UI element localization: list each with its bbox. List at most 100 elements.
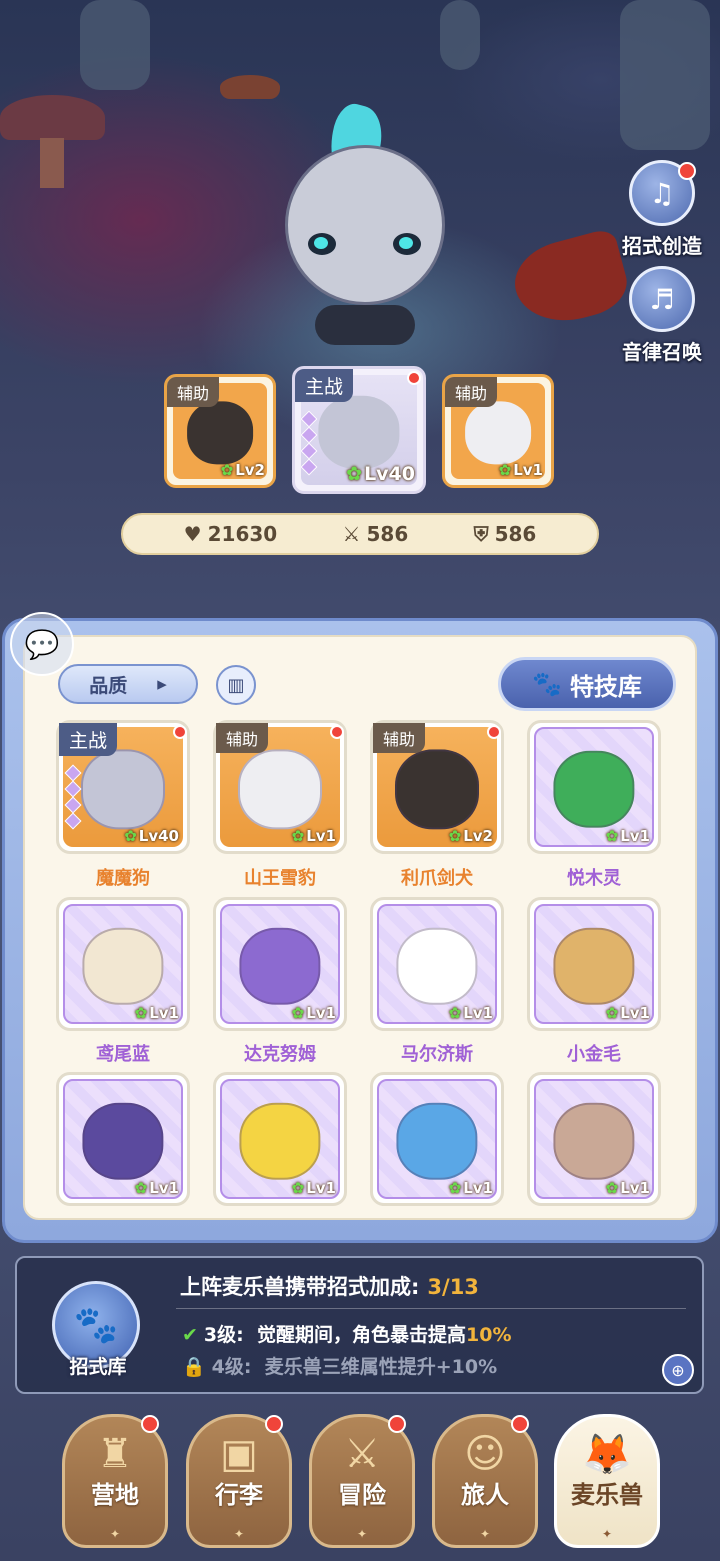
sprout-icon: ✿ (220, 461, 234, 479)
role-tag: 辅助 (216, 723, 269, 753)
level-badge: ✿ Lv40 (124, 827, 179, 845)
chat-button[interactable]: 💬 (10, 612, 74, 676)
role-tag: 辅助 (445, 377, 498, 407)
notification-dot (388, 1415, 406, 1433)
pet-portrait-art (239, 928, 321, 1005)
sparkle-icon: ✦ (601, 1527, 613, 1541)
nav-tab[interactable]: ♜ 营地 ✦ (62, 1414, 168, 1548)
sprout-icon: ✿ (605, 1179, 619, 1197)
attack-value: 586 (366, 522, 409, 546)
pet-name: 小金毛 (567, 1044, 621, 1065)
level-text: Lv2 (463, 827, 493, 845)
role-tag: 主战 (59, 723, 118, 756)
pet-portrait-art (238, 749, 322, 829)
bonus-level-3: ✔ 3级: 觉醒期间，角色暴击提高10% (182, 1320, 511, 1347)
role-tag: 辅助 (167, 377, 220, 407)
attack-stat: ⚔ 586 (343, 522, 409, 546)
sprout-icon: ✿ (605, 827, 619, 845)
bonus-value: 10% (466, 1324, 512, 1346)
nav-tab[interactable]: 🦊 麦乐兽 ✦ (554, 1414, 660, 1548)
pet-portrait-art (553, 928, 635, 1005)
notification-dot (678, 162, 696, 180)
skill-create-label: 招式创造 (622, 234, 702, 258)
sparkle-icon: ✦ (109, 1527, 121, 1541)
backpack-icon: ▣ (220, 1431, 258, 1477)
sprout-icon: ✿ (448, 1179, 462, 1197)
notification-dot (265, 1415, 283, 1433)
nav-tab[interactable]: ⚔ 冒险 ✦ (309, 1414, 415, 1548)
defense-value: 586 (494, 522, 537, 546)
team-slot-support-1[interactable]: 辅助 ✿ Lv2 (164, 374, 276, 488)
bonus-text: 麦乐兽三维属性提升+10% (264, 1356, 498, 1378)
pet-card[interactable]: 辅助 ✿ Lv1 (213, 720, 347, 854)
pet-card[interactable]: ✿ Lv1 (213, 1072, 347, 1206)
level-text: Lv1 (149, 1004, 179, 1022)
sprout-icon: ✿ (291, 827, 305, 845)
skill-library-button[interactable]: 🐾 特技库 (498, 657, 676, 711)
level-text: Lv1 (149, 1179, 179, 1197)
quality-filter-label: 品质 (89, 674, 128, 697)
sprout-icon: ✿ (291, 1179, 305, 1197)
pet-fox-icon: 🦊 (582, 1432, 632, 1478)
pet-card[interactable]: ✿ Lv1 (370, 1072, 504, 1206)
melody-summon-label: 音律召唤 (622, 340, 702, 364)
pet-portrait-art (82, 928, 164, 1005)
melody-summon-button[interactable]: ♬ 音律召唤 (612, 266, 712, 365)
pet-card[interactable]: ✿ Lv1 (527, 897, 661, 1031)
sprout-icon: ✿ (346, 463, 363, 485)
skill-library-label: 特技库 (569, 672, 642, 701)
sprout-icon: ✿ (498, 461, 512, 479)
hp-stat: ♥ 21630 (184, 522, 278, 546)
nav-tab-label: 麦乐兽 (571, 1481, 643, 1509)
pet-card[interactable]: ✿ Lv1 (213, 897, 347, 1031)
notification-dot (487, 725, 501, 739)
level-text: Lv40 (364, 463, 415, 485)
skill-create-button[interactable]: ♫ 招式创造 (612, 160, 712, 259)
pet-name: 马尔济斯 (401, 1044, 473, 1065)
active-pet-model[interactable] (270, 99, 460, 355)
creature-head (285, 145, 445, 305)
role-tag: 主战 (295, 369, 354, 402)
divider (176, 1308, 686, 1309)
heart-icon: ♥ (183, 522, 202, 546)
team-slot-main[interactable]: 主战 ✿ Lv40 (292, 366, 426, 494)
pet-portrait-art (553, 751, 635, 828)
pet-name: 利爪剑犬 (401, 868, 473, 889)
sprout-icon: ✿ (134, 1179, 148, 1197)
tree-trunk (620, 0, 710, 150)
level-badge: ✿ Lv40 (346, 463, 415, 485)
creature-eye (308, 233, 336, 255)
level-text: Lv1 (463, 1179, 493, 1197)
sparkle-icon: ✦ (233, 1527, 245, 1541)
zoom-in-button[interactable]: ⊕ (662, 1354, 694, 1386)
nav-tab[interactable]: ☺ 旅人 ✦ (432, 1414, 538, 1548)
pet-card[interactable]: ✿ Lv1 (527, 720, 661, 854)
pet-card[interactable]: 主战 ✿ Lv40 (56, 720, 190, 854)
pet-card[interactable]: ✿ Lv1 (56, 897, 190, 1031)
notification-dot (173, 725, 187, 739)
sprout-icon: ✿ (448, 1004, 462, 1022)
nav-tab[interactable]: ▣ 行李 ✦ (186, 1414, 292, 1548)
pet-card[interactable]: 辅助 ✿ Lv2 (370, 720, 504, 854)
pet-card[interactable]: ✿ Lv1 (527, 1072, 661, 1206)
pet-portrait-art (395, 749, 479, 829)
pet-card[interactable]: ✿ Lv1 (370, 897, 504, 1031)
level-text: Lv1 (513, 461, 543, 479)
level-badge: ✿ Lv2 (449, 827, 493, 845)
notification-dot (407, 371, 421, 385)
nav-tab-label: 旅人 (461, 1481, 509, 1509)
chat-bubble-icon: 💬 (24, 627, 60, 661)
level-badge: ✿ Lv1 (449, 1004, 493, 1022)
bonus-title: 上阵麦乐兽携带招式加成: 3/13 (180, 1271, 479, 1301)
pet-handbook-button[interactable]: ▥ (216, 665, 256, 705)
quality-filter-button[interactable]: 品质 ▸ (58, 664, 198, 704)
level-badge: ✿ Lv1 (292, 1179, 336, 1197)
nav-tab-label: 冒险 (338, 1481, 386, 1509)
crossed-swords-icon: ⚔ (344, 1431, 380, 1477)
pet-card[interactable]: ✿ Lv1 (56, 1072, 190, 1206)
defense-stat: ⛨ 586 (474, 522, 537, 546)
nav-tab-label: 行李 (215, 1481, 263, 1509)
level-badge: ✿ Lv1 (292, 1004, 336, 1022)
bonus-level-label: 3级: (203, 1324, 244, 1346)
team-slot-support-2[interactable]: 辅助 ✿ Lv1 (442, 374, 554, 488)
